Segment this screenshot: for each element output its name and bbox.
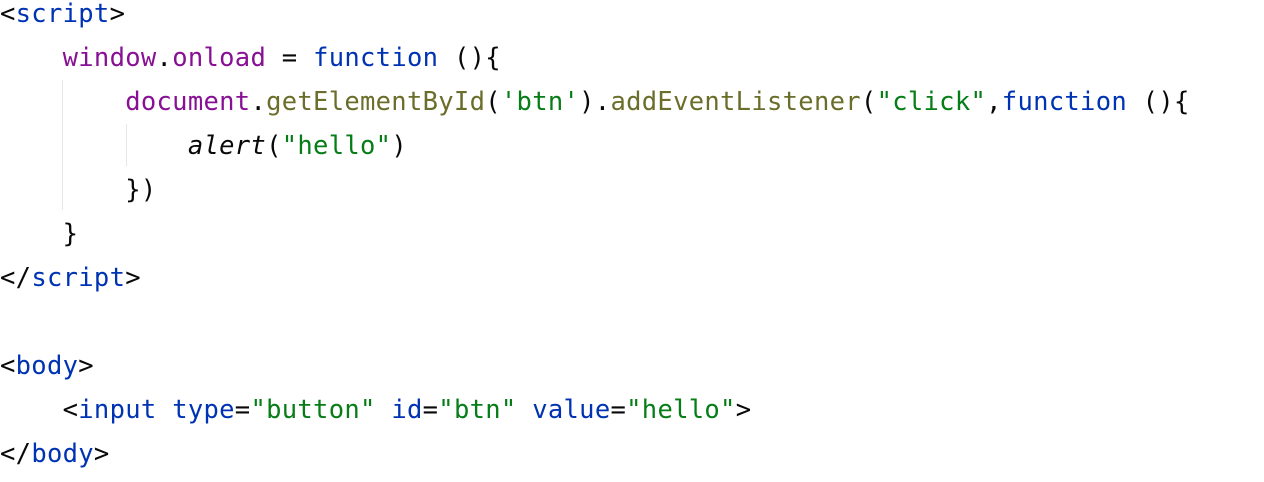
code-token: ( bbox=[860, 87, 877, 117]
code-token: < bbox=[0, 0, 16, 29]
code-token: input bbox=[78, 395, 157, 425]
code-token: }) bbox=[0, 175, 157, 205]
code-token: } bbox=[0, 219, 79, 249]
code-token: addEventListener bbox=[610, 87, 861, 117]
code-line: alert("hello") bbox=[0, 124, 407, 168]
code-token: . bbox=[250, 87, 267, 117]
code-token: function bbox=[1001, 87, 1128, 117]
code-line: } bbox=[0, 212, 78, 256]
code-token: > bbox=[735, 395, 752, 425]
code-token: script bbox=[15, 0, 110, 29]
code-token: ( bbox=[485, 87, 501, 117]
code-line: document.getElementById('btn').addEventL… bbox=[0, 80, 1190, 124]
code-token: body bbox=[15, 351, 79, 381]
code-token: = bbox=[610, 395, 627, 425]
code-token: </ bbox=[0, 263, 32, 293]
code-token: "hello" bbox=[626, 395, 736, 425]
code-token: getElementById bbox=[266, 87, 486, 117]
code-token: = bbox=[234, 395, 251, 425]
code-line: window.onload = function (){ bbox=[0, 36, 501, 80]
code-token: , bbox=[986, 87, 1002, 117]
code-token: . bbox=[156, 43, 173, 73]
code-token: > bbox=[93, 439, 110, 469]
code-token: "btn" bbox=[438, 395, 517, 425]
code-token: = bbox=[266, 43, 314, 73]
code-token: 'btn' bbox=[500, 87, 580, 117]
code-token: ) bbox=[391, 131, 407, 161]
code-token: alert bbox=[187, 131, 267, 161]
code-line: <script> bbox=[0, 0, 125, 36]
code-token: ( bbox=[266, 131, 282, 161]
code-line: </body> bbox=[0, 432, 110, 476]
code-token: < bbox=[0, 395, 79, 425]
code-token: (){ bbox=[438, 43, 501, 73]
code-line: </script> bbox=[0, 256, 141, 300]
code-token: script bbox=[31, 263, 126, 293]
code-line: }) bbox=[0, 168, 157, 212]
code-token: function bbox=[313, 43, 439, 73]
code-token: window bbox=[62, 43, 157, 73]
code-token: ). bbox=[579, 87, 611, 117]
code-token: > bbox=[109, 0, 126, 29]
code-token: "button" bbox=[250, 395, 376, 425]
code-token: > bbox=[125, 263, 141, 293]
code-line: <body> bbox=[0, 344, 94, 388]
code-token: document bbox=[125, 87, 251, 117]
code-token: </ bbox=[0, 439, 32, 469]
code-token: id bbox=[391, 395, 423, 425]
code-token: type bbox=[172, 395, 235, 425]
code-token: onload bbox=[172, 43, 267, 73]
code-token: body bbox=[31, 439, 94, 469]
code-line: <input type="button" id="btn" value="hel… bbox=[0, 388, 751, 432]
code-token: "hello" bbox=[281, 131, 392, 161]
code-token: < bbox=[0, 351, 16, 381]
code-token: = bbox=[422, 395, 439, 425]
code-token: "click" bbox=[876, 87, 987, 117]
code-token: value bbox=[532, 395, 611, 425]
code-token: > bbox=[78, 351, 94, 381]
code-token: (){ bbox=[1127, 87, 1190, 117]
code-editor[interactable]: <script> window.onload = function (){ do… bbox=[0, 0, 1264, 482]
